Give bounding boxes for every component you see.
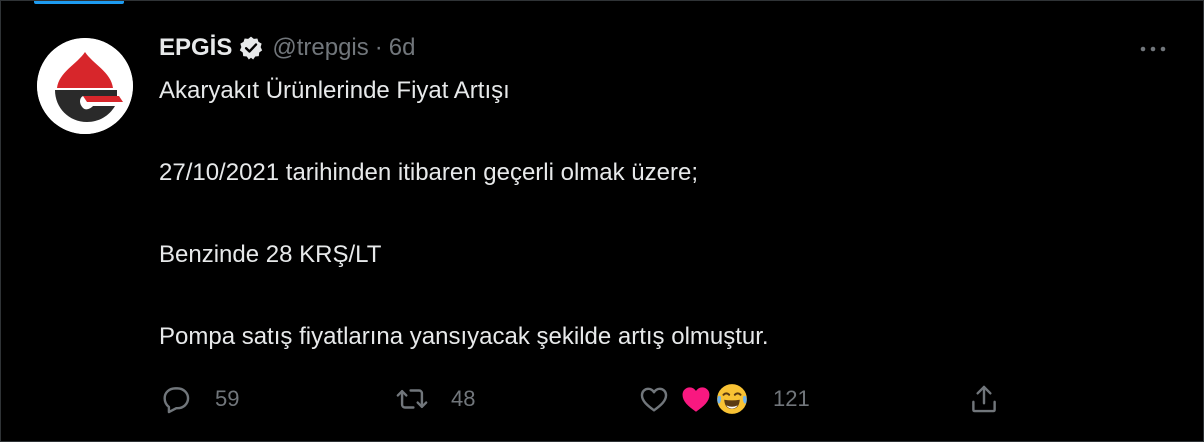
tweet-text-line: Pompa satış fiyatlarına yansıyacak şekil… bbox=[159, 323, 769, 350]
tweet-text: Akaryakıt Ürünlerinde Fiyat Artışı 27/10… bbox=[159, 77, 1159, 351]
author-name[interactable]: EPGİS bbox=[159, 34, 232, 62]
retweet-icon bbox=[396, 389, 428, 409]
tears-of-joy-emoji-icon bbox=[717, 384, 747, 414]
retweet-count: 48 bbox=[451, 386, 476, 411]
share-button[interactable] bbox=[967, 379, 1001, 419]
verified-badge-icon bbox=[238, 35, 264, 61]
tweet-text-line: Benzinde 28 KRŞ/LT bbox=[159, 241, 382, 268]
tweet-timestamp[interactable]: 6d bbox=[389, 34, 416, 62]
reply-icon bbox=[163, 387, 190, 414]
avatar[interactable] bbox=[37, 38, 133, 134]
header-separator: · bbox=[374, 34, 383, 61]
share-icon bbox=[972, 385, 996, 413]
epgis-logo bbox=[37, 38, 133, 134]
tweet-text-line: 27/10/2021 tarihinden itibaren geçerli o… bbox=[159, 159, 699, 186]
heart-outline-icon bbox=[640, 387, 668, 412]
author-handle[interactable]: @trepgis bbox=[272, 34, 368, 62]
tweet-actions: 59 48 121 bbox=[159, 379, 1019, 419]
pink-heart-icon bbox=[682, 387, 710, 412]
more-options-icon[interactable] bbox=[1137, 39, 1169, 59]
tweet-text-line: Akaryakıt Ürünlerinde Fiyat Artışı bbox=[159, 77, 510, 104]
like-count: 121 bbox=[773, 386, 810, 411]
retweet-button[interactable]: 48 bbox=[395, 379, 475, 419]
top-accent-bar bbox=[34, 1, 124, 4]
tweet-card[interactable]: EPGİS @trepgis · 6d Akaryakıt Ürünlerind… bbox=[0, 0, 1204, 442]
tweet-header: EPGİS @trepgis · 6d bbox=[159, 33, 415, 63]
reply-count: 59 bbox=[215, 386, 240, 411]
reply-button[interactable]: 59 bbox=[159, 379, 239, 419]
like-button[interactable]: 121 bbox=[637, 379, 810, 419]
